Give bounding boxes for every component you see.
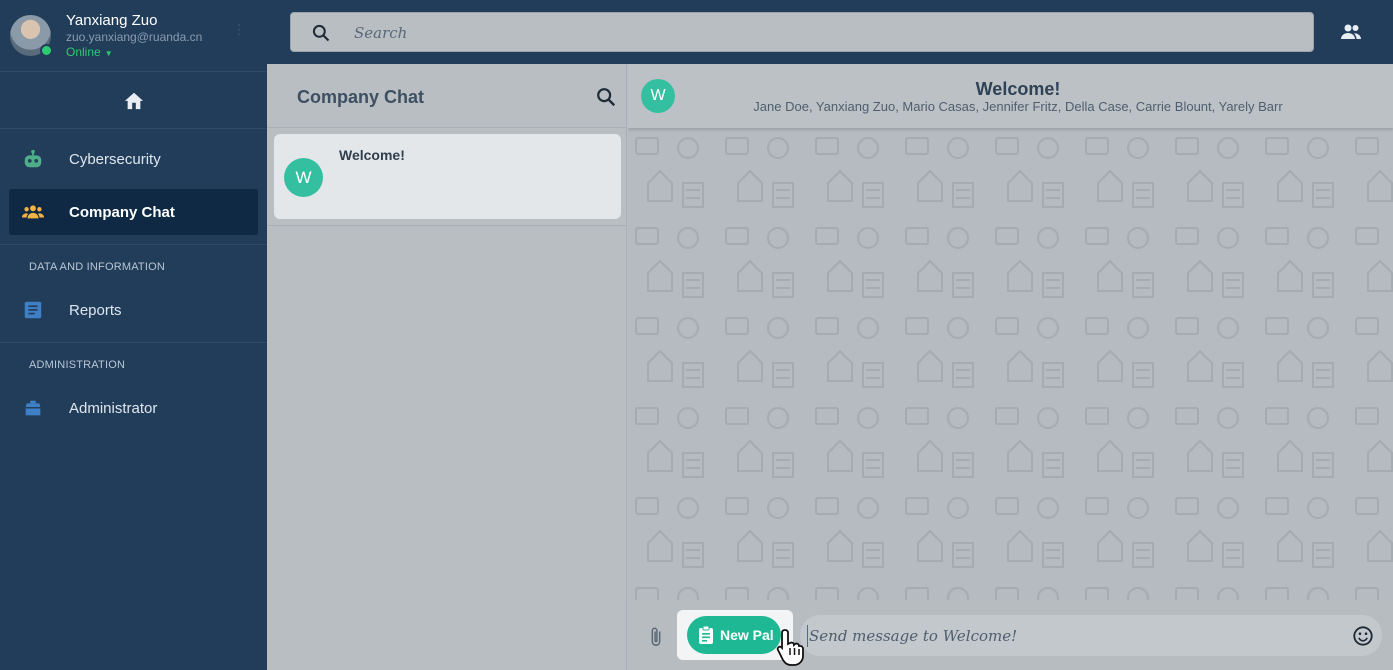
- conversation-members: Jane Doe, Yanxiang Zuo, Mario Casas, Jen…: [753, 99, 1283, 114]
- conversation-panel: W Welcome! Jane Doe, Yanxiang Zuo, Mario…: [628, 64, 1393, 670]
- sidebar-item-label: Cybersecurity: [69, 150, 161, 168]
- section-title-data: DATA AND INFORMATION: [29, 261, 166, 273]
- sidebar-item-company-chat[interactable]: Company Chat: [9, 189, 258, 235]
- clipboard-icon: [698, 626, 714, 644]
- sidebar-item-label: Company Chat: [69, 203, 175, 221]
- divider: [267, 225, 627, 226]
- message-box[interactable]: [800, 615, 1382, 656]
- chat-background-pattern: [628, 128, 1393, 600]
- online-indicator: [40, 44, 53, 57]
- divider: [0, 244, 267, 245]
- chat-avatar: W: [284, 158, 323, 197]
- sidebar: Yanxiang Zuo zuo.yanxiang@ruanda.cn Onli…: [0, 0, 267, 670]
- document-icon: [24, 301, 42, 319]
- divider: [0, 342, 267, 343]
- search-icon: [312, 24, 330, 42]
- section-title-administration: ADMINISTRATION: [29, 359, 126, 371]
- caret-down-icon: ▼: [104, 49, 113, 58]
- emoji-icon[interactable]: [1352, 625, 1374, 647]
- top-bar: [267, 0, 1393, 64]
- search-icon[interactable]: [595, 86, 617, 108]
- chat-title: Welcome!: [339, 147, 405, 163]
- search-input[interactable]: [354, 22, 1254, 44]
- home-icon: [124, 92, 143, 110]
- status-label: Online: [66, 45, 101, 59]
- chat-list-panel: Company Chat W Welcome!: [267, 64, 627, 670]
- sidebar-item-cybersecurity[interactable]: Cybersecurity: [0, 135, 267, 183]
- sidebar-item-label: Administrator: [69, 399, 158, 417]
- chat-list-title: Company Chat: [297, 87, 425, 107]
- conversation-title: Welcome!: [975, 79, 1061, 99]
- sidebar-item-label: Reports: [69, 301, 122, 319]
- message-composer: New Pal: [628, 600, 1393, 670]
- status-dropdown[interactable]: Online ▼: [66, 45, 113, 59]
- sidebar-item-administrator[interactable]: Administrator: [0, 384, 267, 432]
- admin-icon: [25, 400, 41, 416]
- user-profile[interactable]: Yanxiang Zuo zuo.yanxiang@ruanda.cn Onli…: [0, 0, 267, 72]
- user-name: Yanxiang Zuo: [66, 12, 158, 29]
- chat-list-header: Company Chat: [267, 64, 626, 128]
- conversation-header: W Welcome! Jane Doe, Yanxiang Zuo, Mario…: [628, 64, 1393, 128]
- new-pal-button[interactable]: New Pal: [687, 616, 781, 654]
- new-pal-label: New Pal: [720, 627, 774, 643]
- home-button[interactable]: [0, 72, 267, 129]
- chat-list-item[interactable]: W Welcome!: [274, 134, 621, 219]
- more-vert-icon[interactable]: ⋮: [232, 22, 246, 46]
- sidebar-item-reports[interactable]: Reports: [0, 286, 267, 334]
- attachment-icon[interactable]: [648, 626, 664, 648]
- global-search[interactable]: [290, 12, 1314, 52]
- message-input[interactable]: [807, 625, 1337, 647]
- robot-icon: [24, 149, 42, 168]
- contacts-icon[interactable]: [1339, 20, 1363, 44]
- group-icon: [22, 205, 44, 219]
- user-email: zuo.yanxiang@ruanda.cn: [66, 30, 203, 44]
